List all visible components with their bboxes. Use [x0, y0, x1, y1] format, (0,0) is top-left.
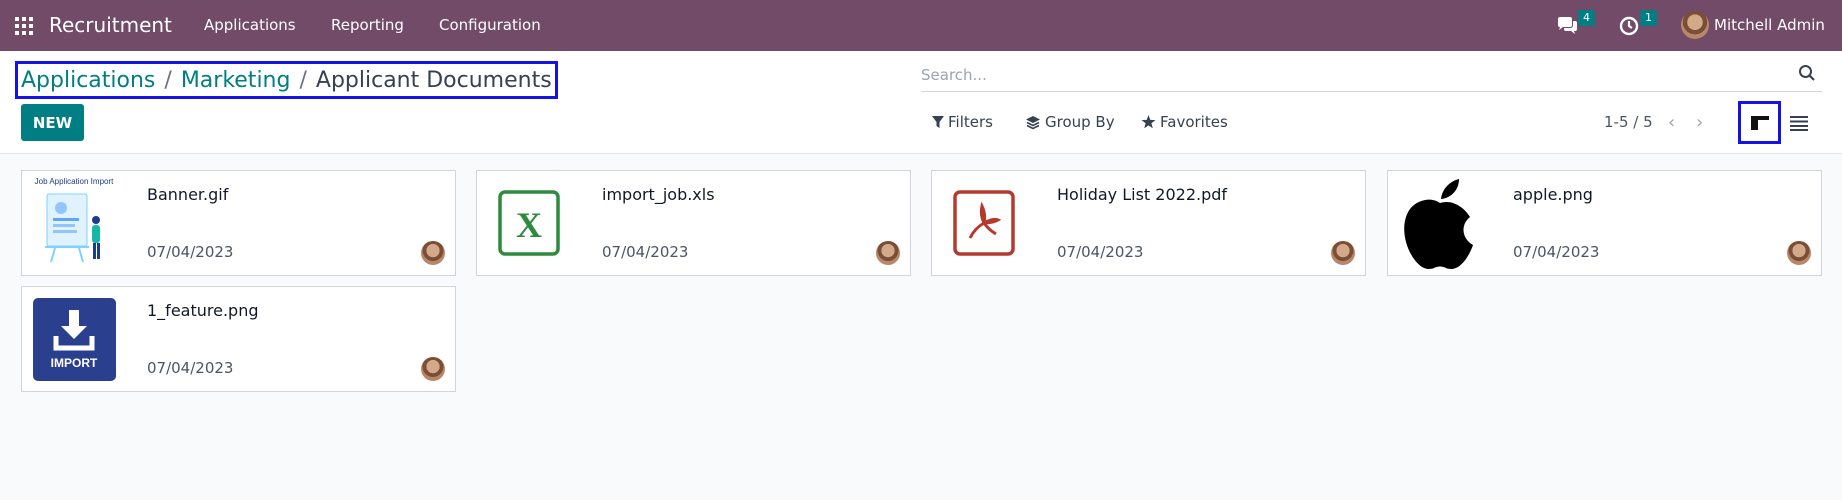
- document-name: import_job.xls: [602, 185, 715, 204]
- owner-avatar: [876, 241, 900, 265]
- svg-text:X: X: [516, 205, 542, 245]
- breadcrumb-current: Applicant Documents: [315, 67, 552, 93]
- owner-avatar: [1787, 241, 1811, 265]
- kanban-view-button[interactable]: [1738, 101, 1781, 144]
- search-bar: [921, 58, 1822, 92]
- messages-button[interactable]: [1556, 0, 1578, 51]
- filter-icon: [932, 115, 944, 128]
- document-card[interactable]: Job Application Import Banner.gif 07/04/…: [21, 170, 456, 276]
- owner-avatar: [1331, 241, 1355, 265]
- document-date: 07/04/2023: [147, 359, 234, 377]
- download-icon: [53, 310, 95, 351]
- group-by-label: Group By: [1045, 113, 1115, 131]
- apple-logo: [1390, 177, 1490, 269]
- owner-avatar: [421, 241, 445, 265]
- document-date: 07/04/2023: [602, 243, 689, 261]
- kanban-view-icon: [1750, 115, 1769, 130]
- breadcrumb-separator: /: [164, 67, 172, 93]
- document-card[interactable]: IMPORT 1_feature.png 07/04/2023: [21, 286, 456, 392]
- document-date: 07/04/2023: [1513, 243, 1600, 261]
- document-card[interactable]: apple.png 07/04/2023: [1387, 170, 1822, 276]
- breadcrumb: Applications / Marketing / Applicant Doc…: [15, 61, 558, 99]
- breadcrumb-marketing[interactable]: Marketing: [181, 68, 291, 93]
- clock-icon: [1619, 16, 1639, 35]
- activities-count-badge: 1: [1640, 10, 1657, 26]
- menu-configuration[interactable]: Configuration: [439, 16, 541, 34]
- messages-count-badge: 4: [1578, 10, 1595, 26]
- menu-applications[interactable]: Applications: [204, 16, 296, 34]
- layers-icon: [1026, 115, 1040, 129]
- document-card[interactable]: Holiday List 2022.pdf 07/04/2023: [931, 170, 1366, 276]
- job-application-illustration: [45, 193, 100, 263]
- document-name: Banner.gif: [147, 185, 229, 204]
- search-input[interactable]: [921, 65, 1781, 84]
- list-view-icon: [1790, 116, 1808, 131]
- menu-reporting[interactable]: Reporting: [331, 16, 404, 34]
- pager-next-icon[interactable]: ›: [1696, 112, 1703, 133]
- excel-icon: X: [485, 177, 573, 269]
- banner-thumbnail-text: Job Application Import: [34, 177, 114, 186]
- apps-menu-icon[interactable]: [15, 17, 33, 35]
- banner-thumbnail: Job Application Import: [30, 177, 118, 269]
- document-name: Holiday List 2022.pdf: [1057, 185, 1228, 204]
- group-by-button[interactable]: Group By: [1025, 113, 1115, 131]
- new-button[interactable]: NEW: [21, 104, 84, 141]
- import-icon-label: IMPORT: [50, 356, 98, 370]
- star-icon: [1141, 115, 1156, 129]
- document-date: 07/04/2023: [1057, 243, 1144, 261]
- pdf-icon: [940, 177, 1028, 269]
- app-name[interactable]: Recruitment: [49, 13, 172, 37]
- filters-button[interactable]: Filters: [932, 113, 993, 131]
- owner-avatar: [421, 357, 445, 381]
- list-view-button[interactable]: [1790, 114, 1808, 132]
- user-name[interactable]: Mitchell Admin: [1714, 16, 1825, 34]
- pager-value[interactable]: 1-5 / 5: [1604, 113, 1653, 131]
- chat-icon: [1558, 16, 1577, 34]
- search-icon[interactable]: [1798, 64, 1816, 82]
- activities-button[interactable]: [1619, 0, 1639, 51]
- import-icon: IMPORT: [30, 293, 118, 385]
- document-name: apple.png: [1513, 185, 1593, 204]
- favorites-button[interactable]: Favorites: [1141, 113, 1228, 131]
- breadcrumb-applications[interactable]: Applications: [21, 68, 155, 93]
- breadcrumb-separator: /: [299, 67, 307, 93]
- filters-label: Filters: [948, 113, 993, 131]
- pager-previous-icon[interactable]: ‹: [1668, 112, 1675, 133]
- favorites-label: Favorites: [1160, 113, 1228, 131]
- document-date: 07/04/2023: [147, 243, 234, 261]
- document-name: 1_feature.png: [147, 301, 259, 320]
- user-avatar[interactable]: [1681, 11, 1709, 39]
- document-card[interactable]: X import_job.xls 07/04/2023: [476, 170, 911, 276]
- top-navbar: Recruitment Applications Reporting Confi…: [0, 0, 1842, 51]
